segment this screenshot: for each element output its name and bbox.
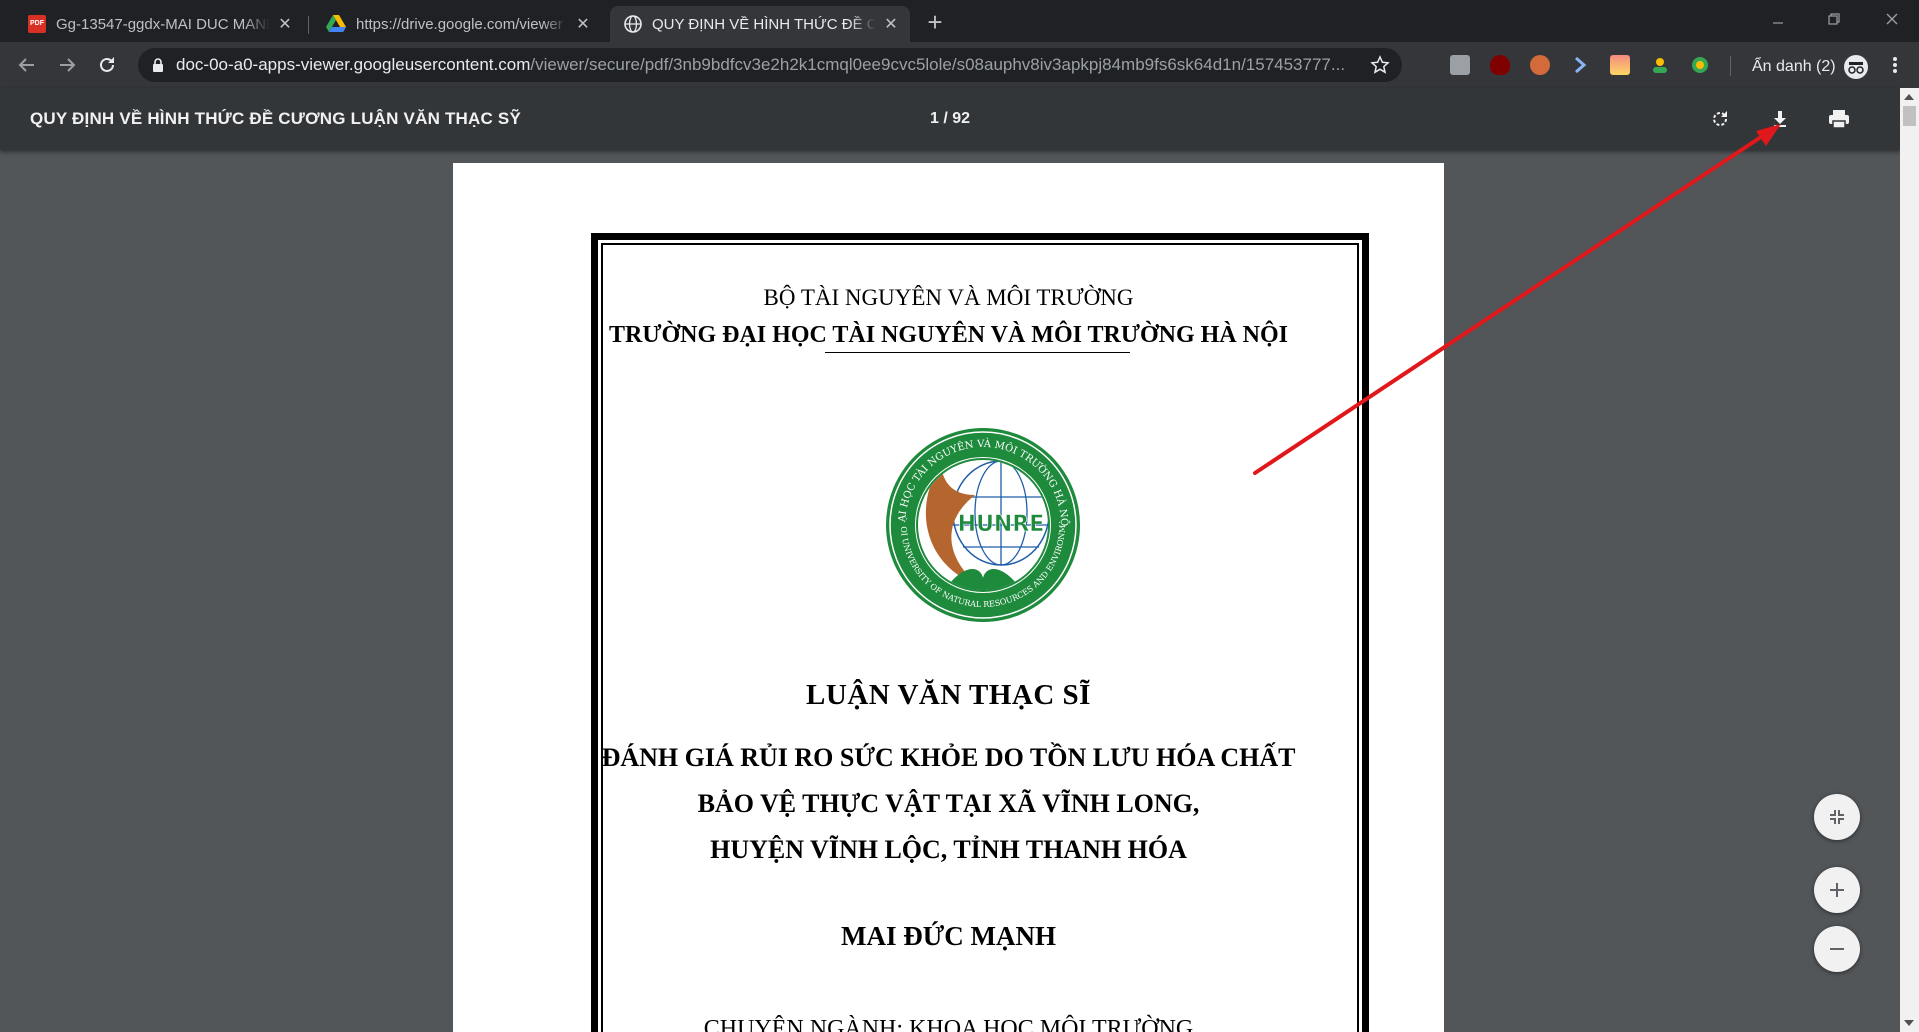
extension-icon[interactable] [1570,55,1590,75]
major-line: CHUYÊN NGÀNH: KHOA HỌC MÔI TRƯỜNG [703,1016,1194,1032]
tab-drive-viewer[interactable]: https://drive.google.com/viewer ✕ [312,6,602,42]
bookmark-star-icon[interactable] [1370,55,1390,75]
ublock-icon[interactable] [1490,55,1510,75]
author-name: MAI ĐỨC MẠNH [841,921,1056,951]
download-icon [1774,111,1786,127]
minus-icon [1830,948,1844,950]
scroll-up-arrow-icon[interactable] [1904,94,1914,100]
thesis-type-heading: LUẬN VĂN THẠC SĨ [806,679,1091,711]
page-indicator: 1 / 92 [930,110,971,127]
fit-page-button[interactable] [1814,794,1860,840]
arrow-left-icon [18,58,34,72]
extension-icon[interactable] [1450,55,1470,75]
url-text: doc-0o-a0-apps-viewer.googleusercontent.… [176,55,1366,75]
pdf-icon: PDF [28,15,46,33]
tab-divider [308,16,309,34]
lock-icon [153,57,163,72]
thesis-title-line-1: ĐÁNH GIÁ RỦI RO SỨC KHỎE DO TỒN LƯU HÓA … [601,743,1296,772]
globe-icon [624,15,642,33]
arrow-right-icon [60,58,76,72]
logo-text: HUNRE [958,512,1045,537]
incognito-icon [1843,55,1868,79]
close-tab-icon[interactable]: ✕ [276,15,294,33]
url-host: doc-0o-a0-apps-viewer.googleusercontent.… [176,55,531,74]
zoom-in-button[interactable] [1814,867,1860,913]
extension-icon[interactable] [1530,55,1550,75]
reload-button[interactable] [92,50,122,80]
back-button[interactable] [12,50,42,80]
new-tab-button[interactable]: + [922,9,948,36]
browser-toolbar: doc-0o-a0-apps-viewer.googleusercontent.… [0,42,1919,88]
url-path: /viewer/secure/pdf/3nb9bdfcv3e2h2k1cmql0… [530,55,1346,74]
ministry-heading: BỘ TÀI NGUYÊN VÀ MÔI TRƯỜNG [763,285,1134,310]
close-tab-icon[interactable]: ✕ [882,15,900,33]
pdf-viewer-header: QUY ĐỊNH VỀ HÌNH THỨC ĐỀ CƯƠNG LUẬN VĂN … [0,88,1900,150]
pdf-page: BỘ TÀI NGUYÊN VÀ MÔI TRƯỜNG TRƯỜNG ĐẠI H… [453,163,1444,1032]
toolbar-divider [1730,56,1731,76]
scrollbar-thumb[interactable] [1903,106,1916,126]
forward-button[interactable] [52,50,82,80]
download-button[interactable] [1765,104,1795,134]
tab-title: Gg-13547-ggdx-MAI DUC MANH [56,15,270,33]
browser-menu-button[interactable] [1880,50,1910,80]
extension-icon[interactable] [1610,55,1630,75]
heading-underline [825,352,1130,353]
university-heading: TRƯỜNG ĐẠI HỌC TÀI NGUYÊN VÀ MÔI TRƯỜNG … [609,322,1288,348]
tab-title: QUY ĐỊNH VỀ HÌNH THỨC ĐỀ CƯƠNG [652,15,876,33]
google-drive-icon [326,15,346,32]
zoom-out-button[interactable] [1814,926,1860,972]
tab-title: https://drive.google.com/viewer [356,15,563,33]
rotate-button[interactable] [1705,104,1735,134]
tab-pdf[interactable]: PDF Gg-13547-ggdx-MAI DUC MANH ✕ [14,6,304,42]
vertical-scrollbar[interactable] [1900,88,1919,1032]
scroll-down-arrow-icon[interactable] [1904,1020,1914,1026]
extension-icon[interactable] [1650,55,1670,75]
more-vert-icon [1893,57,1897,73]
restore-window-icon[interactable] [1818,6,1850,32]
extension-icon[interactable] [1690,55,1710,75]
document-title: QUY ĐỊNH VỀ HÌNH THỨC ĐỀ CƯƠNG LUẬN VĂN … [30,109,521,128]
incognito-profile[interactable]: Ẩn danh (2) [1752,55,1868,79]
profile-label: Ẩn danh (2) [1752,58,1836,75]
print-button[interactable] [1824,104,1854,134]
address-bar[interactable]: doc-0o-a0-apps-viewer.googleusercontent.… [138,48,1402,82]
tab-strip: PDF Gg-13547-ggdx-MAI DUC MANH ✕ https:/… [0,0,1919,42]
rotate-icon [1713,111,1728,127]
close-tab-icon[interactable]: ✕ [574,15,592,33]
fit-to-page-icon [1830,810,1844,824]
print-icon [1829,110,1849,129]
reload-icon [100,57,114,72]
thesis-title-line-3: HUYỆN VĨNH LỘC, TỈNH THANH HÓA [710,835,1187,864]
close-window-icon[interactable] [1876,6,1908,32]
tab-active-document[interactable]: QUY ĐỊNH VỀ HÌNH THỨC ĐỀ CƯƠNG ✕ [610,6,910,42]
cover-inner-frame [601,243,1359,1032]
minimize-window-icon[interactable] [1762,6,1794,32]
plus-icon [1830,883,1844,897]
thesis-title-line-2: BẢO VỆ THỰC VẬT TẠI XÃ VĨNH LONG, [697,789,1200,818]
university-logo: ĐẠI HỌC TÀI NGUYÊN VÀ MÔI TRƯỜNG HÀ NỘI … [883,425,1080,622]
